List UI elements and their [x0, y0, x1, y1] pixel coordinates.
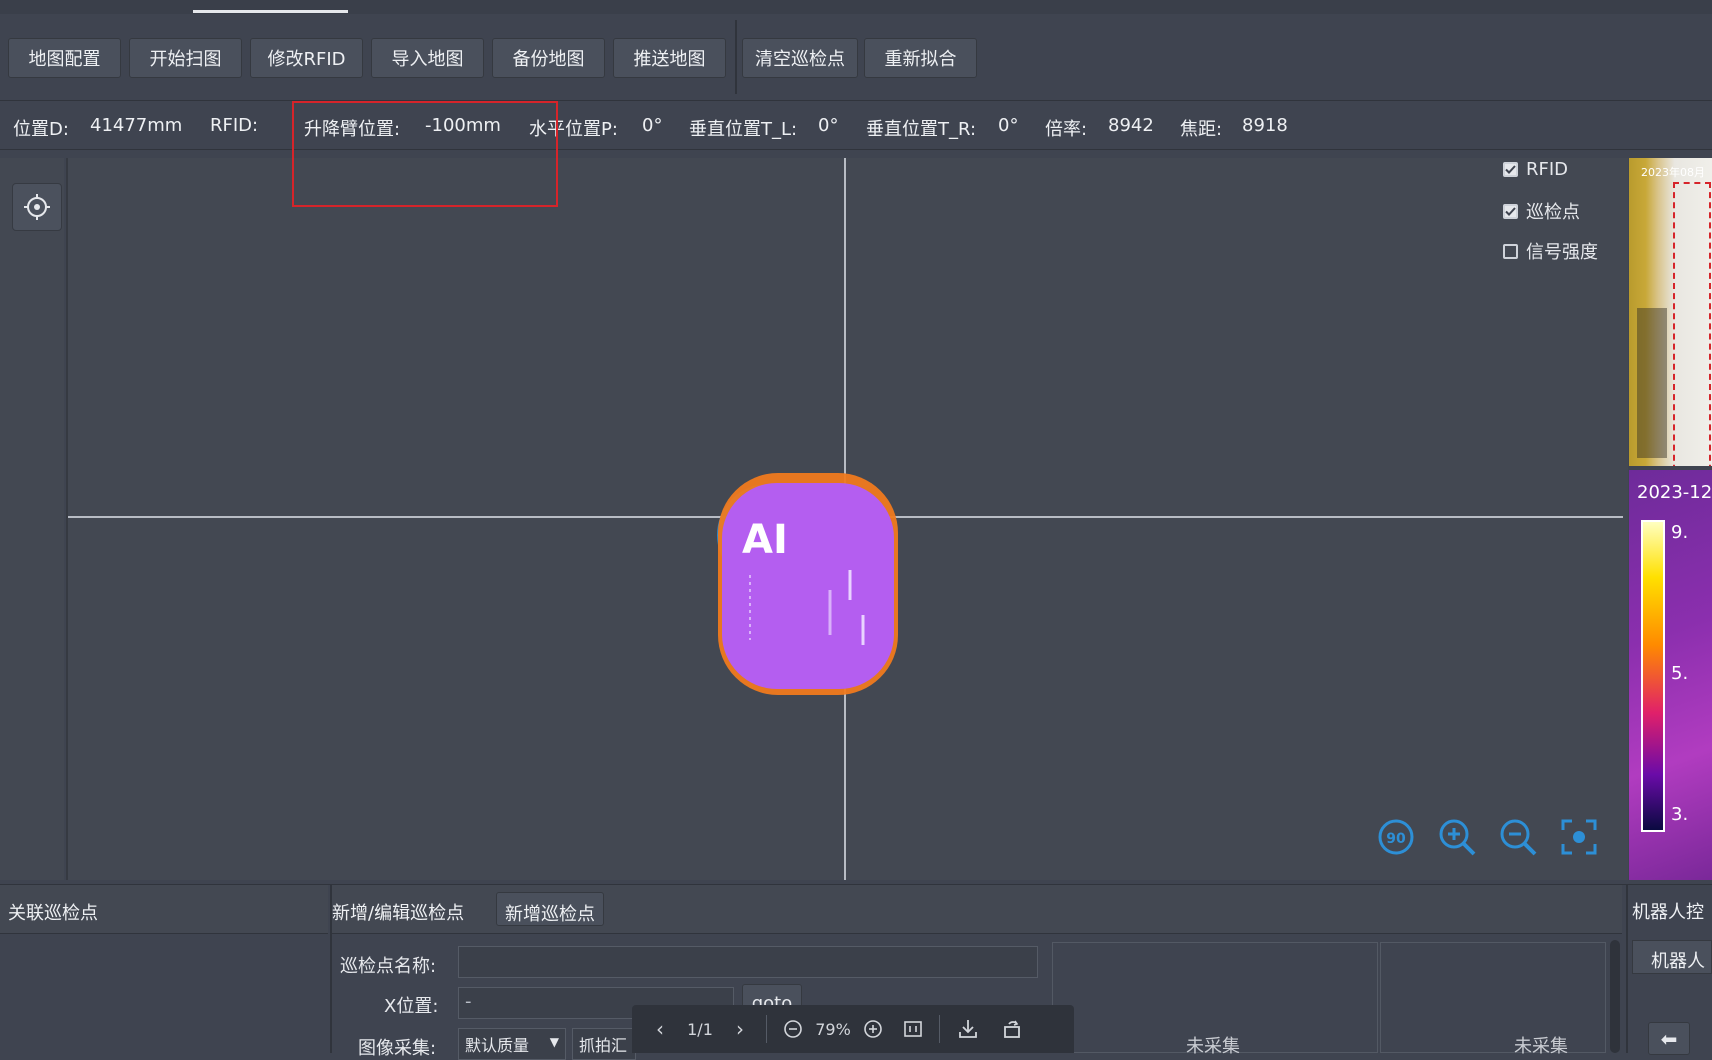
zoom-out-button[interactable]: [1498, 817, 1538, 857]
ai-assistant-widget[interactable]: AI: [700, 465, 900, 700]
download-icon[interactable]: [946, 1018, 990, 1040]
checkbox-unchecked-icon: [1503, 243, 1518, 259]
thermal-timestamp: 2023-12: [1637, 482, 1712, 503]
thermal-scale-min: 3.: [1671, 804, 1689, 825]
thermal-color-scale: [1641, 520, 1665, 832]
locate-button[interactable]: [12, 183, 62, 231]
capture-status-2: 未采集: [1514, 1036, 1568, 1057]
detection-box: [1673, 182, 1711, 466]
checkbox-checked-icon: [1503, 203, 1518, 219]
fit-page-icon[interactable]: [893, 1019, 933, 1039]
active-tab-indicator: [193, 10, 348, 13]
layer-toggle-inspection-points[interactable]: 巡检点: [1503, 198, 1580, 224]
edit-rfid-button[interactable]: 修改RFID: [250, 38, 363, 78]
zoom-in-circle-icon[interactable]: [853, 1019, 893, 1039]
focus-value: 8918: [1242, 115, 1288, 136]
rotate-page-icon[interactable]: [990, 1018, 1034, 1040]
chevron-down-icon: ▼: [549, 1035, 559, 1049]
layer-toggle-rfid[interactable]: RFID: [1503, 159, 1568, 180]
pdf-separator: [939, 1015, 940, 1043]
tilt-l-value: 0°: [818, 115, 839, 136]
point-name-input[interactable]: [458, 946, 1038, 978]
backup-map-button[interactable]: 备份地图: [492, 38, 605, 78]
zoom-in-button[interactable]: [1437, 817, 1477, 857]
add-point-button[interactable]: 新增巡检点: [496, 892, 604, 926]
thermal-camera-view[interactable]: 2023-12 9. 5. 3.: [1629, 470, 1712, 880]
next-page-icon[interactable]: ›: [720, 1017, 760, 1041]
tilt-r-label: 垂直位置T_R:: [866, 119, 977, 140]
status-bar: 位置D: 41477mm RFID: 升降臂位置: -100mm 水平位置P: …: [0, 101, 1712, 150]
image-capture-label: 图像采集:: [358, 1038, 437, 1059]
quality-select-value: 默认质量: [465, 1036, 530, 1055]
map-config-button[interactable]: 地图配置: [8, 38, 121, 78]
highlight-annotation-box: [292, 101, 558, 207]
robot-control-title: 机器人控: [1632, 902, 1704, 923]
svg-text:90: 90: [1386, 831, 1406, 847]
zoom-out-circle-icon[interactable]: [773, 1019, 813, 1039]
clear-points-button[interactable]: 清空巡检点: [742, 38, 858, 78]
tilt-r-value: 0°: [998, 115, 1019, 136]
thermal-scale-max: 9.: [1671, 522, 1689, 543]
point-name-label: 巡检点名称:: [340, 956, 437, 977]
visible-camera-view[interactable]: 2023年08月: [1629, 158, 1712, 466]
start-scan-button[interactable]: 开始扫图: [129, 38, 242, 78]
capture-button[interactable]: 抓拍汇: [572, 1028, 636, 1060]
position-d-value: 41477mm: [90, 115, 183, 136]
toolbar-divider: [735, 20, 737, 94]
layer-label-signal-strength: 信号强度: [1526, 242, 1598, 263]
zoom-value: 8942: [1108, 115, 1154, 136]
rfid-label: RFID:: [210, 115, 259, 136]
zoom-in-icon: [1439, 819, 1476, 856]
position-d-label: 位置D:: [13, 119, 69, 140]
capture-status-1: 未采集: [1186, 1036, 1240, 1057]
editor-scrollbar[interactable]: [1610, 940, 1620, 1053]
related-points-title: 关联巡检点: [8, 903, 98, 924]
pdf-viewer-toolbar: ‹ 1/1 › 79%: [632, 1005, 1074, 1053]
x-position-label: X位置:: [384, 996, 439, 1017]
rotate-90-button[interactable]: 90: [1376, 817, 1416, 857]
zoom-label: 倍率:: [1045, 119, 1088, 140]
tab-edit-point[interactable]: 新增/编辑巡检点: [332, 899, 464, 925]
zoom-out-icon: [1500, 819, 1537, 856]
pan-value: 0°: [642, 115, 663, 136]
checkbox-checked-icon: [1503, 162, 1518, 177]
push-map-button[interactable]: 推送地图: [613, 38, 726, 78]
thermal-scale-mid: 5.: [1671, 663, 1689, 684]
pdf-separator: [766, 1015, 767, 1043]
tilt-l-label: 垂直位置T_L:: [689, 119, 798, 140]
ai-badge-icon: [717, 473, 898, 695]
map-left-gutter: [0, 158, 64, 880]
ai-badge-text: AI: [742, 517, 788, 563]
focus-frame-icon: [1561, 819, 1597, 855]
pdf-zoom-level: 79%: [815, 1019, 851, 1039]
crosshair-icon: [24, 194, 50, 220]
quality-select[interactable]: 默认质量 ▼: [458, 1028, 566, 1060]
robot-tab[interactable]: 机器人: [1632, 940, 1712, 974]
visible-camera-timestamp: 2023年08月: [1641, 166, 1705, 179]
focus-label: 焦距:: [1180, 119, 1223, 140]
layer-label-rfid: RFID: [1526, 159, 1569, 180]
import-map-button[interactable]: 导入地图: [371, 38, 484, 78]
camera-scene-shadow: [1637, 308, 1667, 458]
layer-toggle-signal-strength[interactable]: 信号强度: [1503, 238, 1598, 264]
capture-slot-2: [1380, 942, 1606, 1053]
page-indicator: 1/1: [687, 1019, 713, 1039]
layer-label-inspection-points: 巡检点: [1526, 202, 1580, 223]
rotate-90-icon: 90: [1378, 819, 1414, 855]
prev-page-icon[interactable]: ‹: [640, 1017, 680, 1041]
refit-button[interactable]: 重新拟合: [864, 38, 977, 78]
arrow-left-icon[interactable]: ⬅: [1648, 1022, 1690, 1055]
fit-view-button[interactable]: [1559, 817, 1599, 857]
right-panel-divider: [1626, 884, 1628, 1053]
